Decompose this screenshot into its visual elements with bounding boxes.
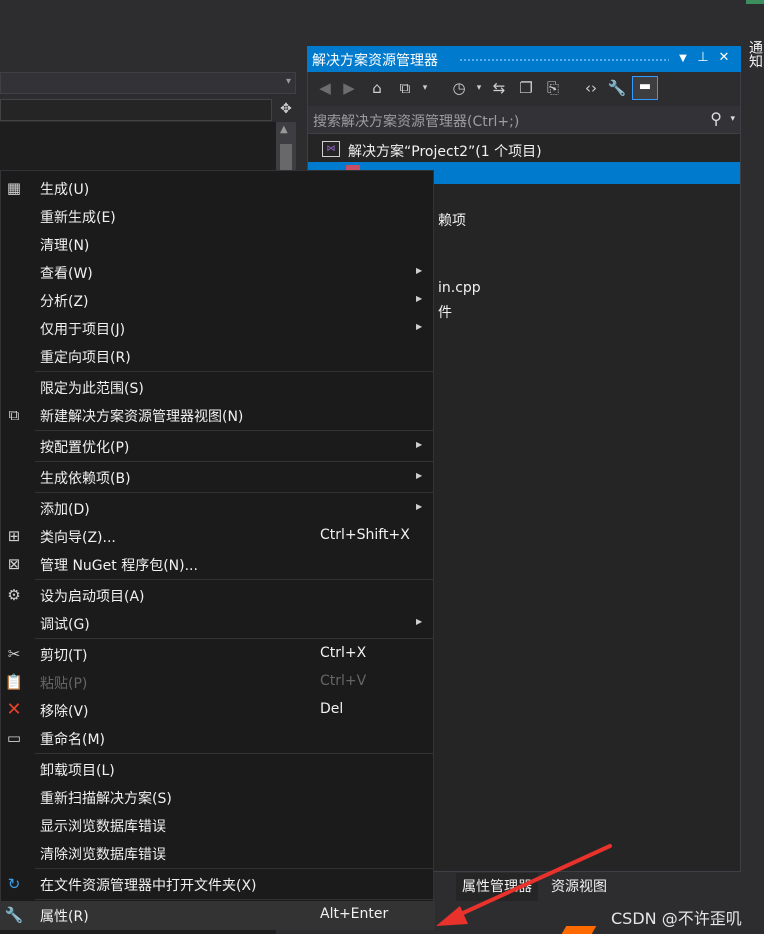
preview-selected-items-icon[interactable]: ▬ [632,76,658,100]
menu-item-new-view[interactable]: ⧉ 新建解决方案资源管理器视图(N) [1,401,435,429]
view-code-icon[interactable]: ‹› [580,79,602,97]
class-wizard-icon: ⊞ [7,527,21,545]
menu-item-open-folder[interactable]: ↻ 在文件资源管理器中打开文件夹(X) [1,870,435,898]
remove-x-icon: ✕ [6,699,22,720]
wrench-icon: 🔧 [4,906,24,924]
vertical-scrollbar[interactable]: ▲ [276,122,296,174]
menu-separator [35,371,433,372]
build-icon: ▦ [6,179,22,197]
menu-item-paste[interactable]: 📋 粘贴(P) Ctrl+V [1,668,435,696]
menu-item-retarget[interactable]: 重定向项目(R) [1,342,435,370]
menu-item-cut[interactable]: ✂ 剪切(T) Ctrl+X [1,640,435,668]
forward-icon[interactable]: ▶ [338,79,360,97]
submenu-arrow-icon: ▶ [416,617,423,626]
menu-item-scope[interactable]: 限定为此范围(S) [1,373,435,401]
collapse-all-icon[interactable]: ❐ [515,79,537,97]
search-options-icon[interactable]: ▾ [730,114,735,124]
pin-icon[interactable]: ⊥ [694,50,712,65]
notifications-strip[interactable]: 通知 [741,0,764,934]
submenu-arrow-icon: ▶ [416,440,423,449]
menu-separator [35,579,433,580]
menu-item-properties[interactable]: 🔧 属性(R) Alt+Enter [1,901,435,929]
status-indicator [746,0,764,4]
search-icon[interactable]: ⚲ [710,109,722,128]
submenu-arrow-icon: ▶ [416,322,423,331]
menu-item-project-only[interactable]: 仅用于项目(J) ▶ [1,314,435,342]
submenu-arrow-icon: ▶ [416,502,423,511]
menu-separator [35,638,433,639]
new-view-icon: ⧉ [8,406,20,424]
solution-explorer-search[interactable]: 搜索解决方案资源管理器(Ctrl+;) ⚲ ▾ [308,106,740,134]
menu-separator [35,461,433,462]
window-menu-icon[interactable]: ▼ [674,53,692,64]
solution-icon: ⋈ [322,141,340,157]
solution-node[interactable]: 解决方案“Project2”(1 个项目) [348,141,542,161]
menu-item-class-wizard[interactable]: ⊞ 类向导(Z)... Ctrl+Shift+X [1,522,435,550]
drag-grip[interactable] [459,58,669,62]
menu-item-analyze[interactable]: 分析(Z) ▶ [1,286,435,314]
menu-item-set-startup[interactable]: ⚙ 设为启动项目(A) [1,581,435,609]
submenu-arrow-icon: ▶ [416,266,423,275]
submenu-arrow-icon: ▶ [416,294,423,303]
gear-icon: ⚙ [7,586,21,604]
show-all-files-icon[interactable]: ⎘ [542,79,564,97]
menu-item-build[interactable]: ▦ 生成(U) [1,174,435,202]
tree-item-partial[interactable]: in.cpp [438,280,481,296]
close-icon[interactable]: ✕ [715,50,733,65]
menu-item-clean[interactable]: 清理(N) [1,230,435,258]
solution-explorer-toolbar: ◀ ▶ ⌂ ⧉ ▾ ◷ ▾ ⇆ ❐ ⎘ ‹› 🔧 ▬ [308,72,740,106]
menu-item-rename[interactable]: ▭ 重命名(M) [1,724,435,752]
chevron-down-icon[interactable]: ▾ [468,83,490,93]
search-input[interactable]: 搜索解决方案资源管理器(Ctrl+;) [313,111,519,131]
menu-item-rescan[interactable]: 重新扫描解决方案(S) [1,783,435,811]
menu-separator [35,899,433,900]
menu-separator [35,868,433,869]
tree-item-partial[interactable]: 赖项 [438,210,466,230]
scroll-up-icon[interactable]: ▲ [280,124,288,135]
back-icon[interactable]: ◀ [314,79,336,97]
rename-icon: ▭ [6,729,22,747]
nuget-package-icon: ⊠ [7,555,21,573]
menu-item-rebuild[interactable]: 重新生成(E) [1,202,435,230]
menu-item-build-deps[interactable]: 生成依赖项(B) ▶ [1,463,435,491]
wrench-icon[interactable]: 🔧 [606,79,628,97]
menu-item-clear-db-errors[interactable]: 清除浏览数据库错误 [1,839,435,867]
chevron-down-icon: ▾ [285,76,291,87]
menu-separator [35,753,433,754]
menu-separator [35,430,433,431]
annotation-mark [561,926,597,934]
watermark: CSDN @不许歪叽 [611,909,742,928]
notifications-label[interactable]: 通知 [745,40,764,68]
menu-item-debug[interactable]: 调试(G) ▶ [1,609,435,637]
home-icon[interactable]: ⌂ [366,79,388,97]
menu-item-nuget[interactable]: ⊠ 管理 NuGet 程序包(N)... [1,550,435,578]
panel-title: 解决方案资源管理器 [312,53,438,69]
annotation-arrow [436,844,612,926]
menu-item-show-db-errors[interactable]: 显示浏览数据库错误 [1,811,435,839]
context-menu: ▦ 生成(U) 重新生成(E) 清理(N) 查看(W) ▶ 分析(Z) ▶ 仅用于项目… [0,170,435,930]
switch-views-icon[interactable]: ⧉ [394,79,416,97]
refresh-arrow-icon: ↻ [7,875,21,893]
menu-item-add[interactable]: 添加(D) ▶ [1,494,435,522]
menu-item-remove[interactable]: ✕ 移除(V) Del [1,696,435,724]
scissors-icon: ✂ [7,645,21,663]
clipboard-icon: 📋 [4,673,24,691]
pending-changes-filter-icon[interactable]: ◷ [448,79,470,97]
menu-item-unload[interactable]: 卸载项目(L) [1,755,435,783]
menu-item-view[interactable]: 查看(W) ▶ [1,258,435,286]
menu-item-pgo[interactable]: 按配置优化(P) ▶ [1,432,435,460]
chevron-down-icon[interactable]: ▾ [414,83,436,93]
solution-explorer-titlebar[interactable]: 解决方案资源管理器 ▼ ⊥ ✕ [307,46,741,72]
editor-dropdown[interactable]: ▾ [0,72,296,94]
menu-separator [35,492,433,493]
tree-item-partial[interactable]: 件 [438,302,452,322]
split-editor-icon[interactable]: ✥ [276,99,296,119]
submenu-arrow-icon: ▶ [416,471,423,480]
sync-icon[interactable]: ⇆ [488,79,510,97]
editor-navigation-bar[interactable] [0,99,272,121]
